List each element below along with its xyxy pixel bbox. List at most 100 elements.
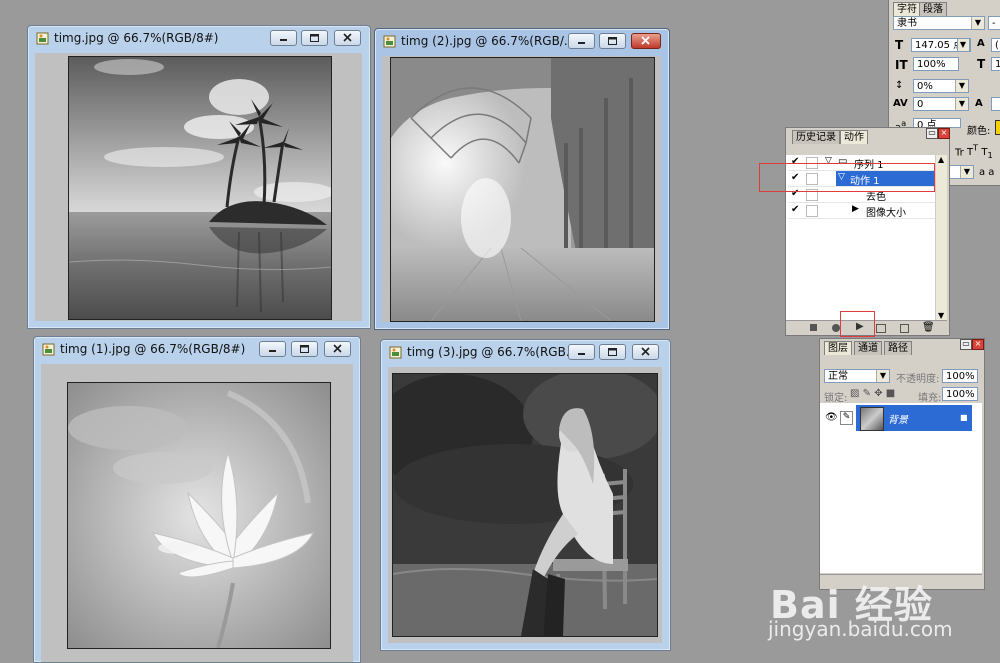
document-window-3[interactable]: timg (1).jpg @ 66.7%(RGB/8#) xyxy=(33,336,361,663)
font-size-icon: T xyxy=(895,38,904,52)
checkmark-icon[interactable]: ✔ xyxy=(791,205,801,215)
tab-character[interactable]: 字符 xyxy=(893,2,921,16)
image-woman-on-chair xyxy=(392,373,658,637)
collapse-triangle-icon[interactable]: ▶ xyxy=(852,204,859,214)
maximize-button[interactable] xyxy=(301,30,328,46)
fill-input[interactable]: 100% xyxy=(942,387,978,401)
window-titlebar[interactable]: timg (3).jpg @ 66.7%(RGB... xyxy=(381,340,670,364)
lock-move-icon[interactable]: ✥ xyxy=(874,388,882,399)
text-style-buttons: Tr TT T1 xyxy=(955,143,993,160)
tab-paths[interactable]: 路径 xyxy=(884,341,912,355)
highlight-box-play xyxy=(840,311,875,337)
list-item[interactable]: ✔ ▶ 图像大小 xyxy=(788,203,935,219)
font-size-dropdown[interactable]: ▼ xyxy=(957,38,970,52)
maximize-button[interactable] xyxy=(291,341,318,357)
new-action-button[interactable] xyxy=(900,324,909,333)
lock-all-icon[interactable]: ■ xyxy=(886,388,895,399)
tracking-icon: ↕ xyxy=(895,80,904,91)
tab-layers[interactable]: 图层 xyxy=(824,341,852,355)
layer-name: 背景 xyxy=(888,415,908,426)
vertical-scale-input[interactable]: 100% xyxy=(913,57,959,71)
vertical-scale-value: 100% xyxy=(917,59,946,70)
close-button[interactable] xyxy=(324,341,351,357)
chevron-down-icon: ▼ xyxy=(955,80,968,92)
layer-thumbnail xyxy=(860,407,884,431)
layer-row[interactable]: 👁 ✎ 背景 ■ xyxy=(820,405,982,431)
visibility-eye-icon[interactable]: 👁 xyxy=(825,412,838,423)
document-icon xyxy=(42,343,55,356)
panel-close-button[interactable]: × xyxy=(972,339,984,350)
actions-panel[interactable]: 历史记录 动作 ▭ × ✔ ▽ ▭ 序列 1 ✔ ▽ 动作 1 ✔ 去色 ✔ ▶… xyxy=(785,127,950,336)
minimize-button[interactable] xyxy=(568,33,595,49)
command-label: 图像大小 xyxy=(866,208,906,219)
scroll-up-icon[interactable]: ▲ xyxy=(938,155,944,164)
lock-label: 锁定: xyxy=(824,393,848,404)
document-canvas xyxy=(35,53,362,321)
kerning-value: 0 xyxy=(917,99,924,110)
maximize-button[interactable] xyxy=(599,33,626,49)
blend-mode-select[interactable]: 正常 ▼ xyxy=(824,369,890,383)
opacity-input[interactable]: 100% xyxy=(942,369,978,383)
panel-close-button[interactable]: × xyxy=(938,128,950,139)
image-cloister-corridor xyxy=(390,57,655,322)
font-style-select[interactable]: - xyxy=(988,16,1000,30)
tab-paragraph[interactable]: 段落 xyxy=(919,2,947,16)
highlight-box-action xyxy=(759,163,935,192)
tracking-select[interactable]: 0% ▼ xyxy=(913,79,969,93)
chevron-down-icon: ▼ xyxy=(958,39,969,51)
tab-history[interactable]: 历史记录 xyxy=(792,130,840,144)
tracking-value: 0% xyxy=(917,81,933,92)
close-button[interactable] xyxy=(334,30,361,46)
close-button[interactable] xyxy=(632,344,659,360)
window-titlebar[interactable]: timg (1).jpg @ 66.7%(RGB/8#) xyxy=(34,337,360,361)
leading-input[interactable]: ( xyxy=(991,38,1000,52)
trash-icon[interactable]: 🗑 xyxy=(922,322,935,333)
minimize-button[interactable] xyxy=(568,344,595,360)
window-titlebar[interactable]: timg.jpg @ 66.7%(RGB/8#) xyxy=(28,26,370,50)
lock-icon: ■ xyxy=(960,413,968,422)
font-family-value: 隶书 xyxy=(897,18,917,29)
chevron-down-icon: ▼ xyxy=(955,98,968,110)
layers-panel[interactable]: 图层 通道 路径 ▭ × 正常 ▼ 不透明度: 100% 锁定: ▨ ✎ ✥ ■… xyxy=(819,338,985,590)
dialog-toggle[interactable] xyxy=(806,205,818,217)
document-window-4[interactable]: timg (3).jpg @ 66.7%(RGB... xyxy=(380,339,671,651)
baseline-input[interactable] xyxy=(991,97,1000,111)
window-titlebar[interactable]: timg (2).jpg @ 66.7%(RGB/... xyxy=(375,29,669,53)
font-family-select[interactable]: 隶书 ▼ xyxy=(893,16,985,30)
blend-mode-value: 正常 xyxy=(828,371,848,382)
kerning-select[interactable]: 0 ▼ xyxy=(913,97,969,111)
scroll-down-icon[interactable]: ▼ xyxy=(938,311,944,320)
new-set-button[interactable] xyxy=(876,324,886,333)
horizontal-scale-input[interactable]: 1 xyxy=(991,57,1000,71)
minimize-button[interactable] xyxy=(270,30,297,46)
superscript-button[interactable]: TT xyxy=(967,143,978,158)
color-swatch[interactable] xyxy=(995,120,1000,135)
document-icon xyxy=(389,346,402,359)
chevron-down-icon: ▼ xyxy=(960,166,973,178)
record-button[interactable] xyxy=(832,324,840,332)
small-caps-button[interactable]: Tr xyxy=(955,147,964,158)
image-tropical-island xyxy=(68,56,332,320)
document-window-2[interactable]: timg (2).jpg @ 66.7%(RGB/... xyxy=(374,28,670,330)
anti-alias-select[interactable]: ▼ xyxy=(949,165,974,179)
stop-button[interactable] xyxy=(810,324,817,331)
minimize-button[interactable] xyxy=(259,341,286,357)
document-window-1[interactable]: timg.jpg @ 66.7%(RGB/8#) xyxy=(27,25,371,329)
tab-actions[interactable]: 动作 xyxy=(840,130,868,144)
panel-minimize-button[interactable]: ▭ xyxy=(960,339,972,350)
tab-channels[interactable]: 通道 xyxy=(854,341,882,355)
subscript-button[interactable]: T1 xyxy=(981,147,992,160)
font-size-value: 147.05 点 xyxy=(915,40,964,51)
panel-minimize-button[interactable]: ▭ xyxy=(926,128,938,139)
close-button[interactable] xyxy=(631,33,661,49)
maximize-button[interactable] xyxy=(599,344,626,360)
lock-transparent-icon[interactable]: ▨ xyxy=(850,388,859,399)
scrollbar[interactable]: ▲ ▼ xyxy=(935,155,947,320)
anti-alias-label: a a xyxy=(979,167,995,178)
lock-icons: ▨ ✎ ✥ ■ xyxy=(850,388,895,399)
window-title: timg (3).jpg @ 66.7%(RGB... xyxy=(407,345,578,359)
document-icon xyxy=(383,35,396,48)
fill-value: 100% xyxy=(946,389,975,400)
lock-brush-icon[interactable]: ✎ xyxy=(863,388,871,399)
color-label: 颜色: xyxy=(967,126,991,137)
